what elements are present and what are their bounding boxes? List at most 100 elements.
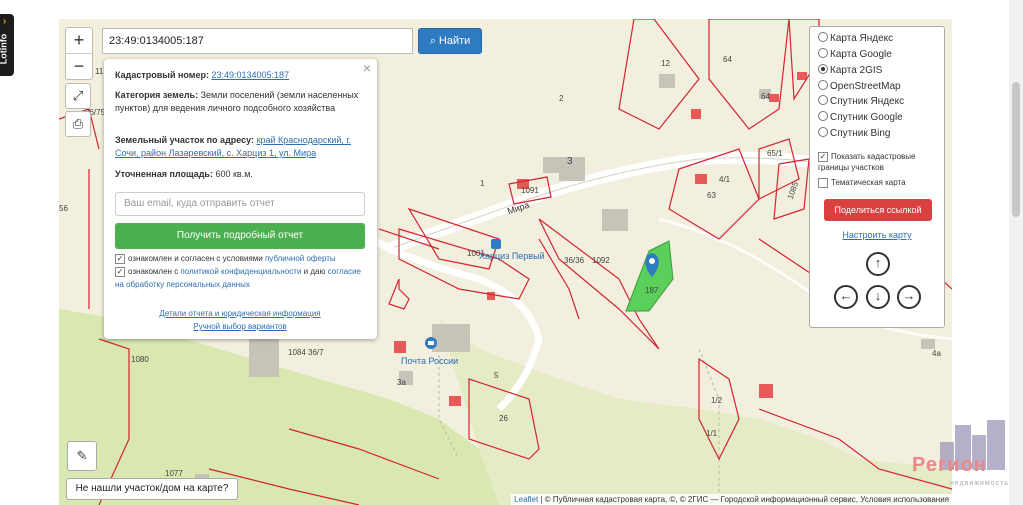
category-label: Категория земель: [115, 90, 199, 100]
attribution-text: | © Публичная кадастровая карта, ©, © 2Г… [538, 495, 949, 504]
consent-privacy-checkbox[interactable]: ✓ [115, 266, 125, 277]
layer-option-yandex[interactable]: Карта Яндекс [818, 31, 893, 46]
fullscreen-button[interactable]: ⤢ [65, 83, 91, 109]
details-row: Детали отчета и юридическая информация [115, 307, 365, 320]
layer-option-osm[interactable]: OpenStreetMap [818, 79, 901, 94]
leaflet-link[interactable]: Leaflet [514, 495, 538, 504]
zoom-out-button[interactable]: − [66, 53, 92, 79]
layer-option-google[interactable]: Карта Google [818, 47, 892, 62]
customize-map-link[interactable]: Настроить карту [810, 230, 944, 240]
layer-option-label: OpenStreetMap [830, 81, 901, 92]
printer-icon: ⎙ [72, 116, 84, 131]
building-red [691, 109, 701, 119]
consent-offer-text: ознакомлен и согласен с условиями [128, 254, 265, 263]
selected-parcel-label: 187 [645, 286, 659, 295]
consent-privacy-row: ✓ ознакомлен с политикой конфиденциальнос… [115, 265, 365, 291]
layer-option-label: Спутник Bing [830, 128, 891, 139]
parcel-label: 5 [494, 371, 499, 380]
parcel-label: 11 [95, 67, 104, 76]
thematic-checkbox[interactable] [818, 178, 828, 188]
region-watermark-logo: Регион недвижимость [910, 420, 1010, 500]
pan-up-button[interactable]: ↑ [866, 252, 890, 276]
public-offer-link[interactable]: публичной оферты [265, 254, 336, 263]
cadastral-number-row: Кадастровый номер: 23:49:0134005:187 [115, 69, 365, 82]
zoom-in-button[interactable]: + [66, 28, 92, 53]
pan-right-button[interactable]: → [897, 285, 921, 309]
parcel-label: 2 [559, 94, 564, 103]
poi-post-office[interactable]: Почта России [401, 356, 458, 366]
parcel-label: 12 [661, 59, 670, 68]
building [921, 339, 935, 349]
cadastral-search-input[interactable]: 23:49:0134005:187 [102, 28, 413, 54]
address-label: Земельный участок по адресу: [115, 135, 255, 145]
thematic-label: Тематическая карта [831, 178, 906, 188]
parcel-label: 1 [480, 179, 485, 188]
lotinfo-side-tab[interactable]: › Lotinfo [0, 14, 14, 76]
find-button[interactable]: ⌕ Найти [418, 28, 482, 54]
share-link-button[interactable]: Поделиться ссылкой [824, 199, 932, 221]
page-scrollbar[interactable] [1009, 0, 1023, 505]
parcel-label: 1080 [131, 355, 149, 364]
report-details-link[interactable]: Детали отчета и юридическая информация [159, 309, 320, 318]
parcel-label: 26 [499, 414, 508, 423]
parcel-label: 64 [761, 92, 770, 101]
building [659, 74, 675, 88]
get-report-button[interactable]: Получить подробный отчет [115, 223, 365, 249]
consent-offer-row: ✓ ознакомлен и согласен с условиями публи… [115, 252, 365, 265]
parcel-label: 64 [723, 55, 732, 64]
area-row: Уточненная площадь: 600 кв.м. [115, 168, 365, 181]
parcel-label: 1084 36/7 [288, 348, 324, 357]
map-canvas[interactable]: 12 64 64 2 3 1 1091 65/1 63 4/1 1085 36/… [59, 19, 952, 505]
building-red [394, 341, 406, 353]
parcel-label: 1/2 [711, 396, 723, 405]
map-layers-panel: Карта Яндекс Карта Google Карта 2GIS Ope… [809, 26, 945, 328]
pan-down-button[interactable]: ↓ [866, 285, 890, 309]
parcel-label: 3 [567, 156, 573, 167]
layer-option-label: Спутник Google [830, 112, 903, 123]
selected-parcel [625, 240, 674, 312]
not-found-button[interactable]: Не нашли участок/дом на карте? [66, 478, 238, 500]
show-borders-checkbox[interactable]: ✓ [818, 151, 828, 162]
layer-option-yandex-sat[interactable]: Спутник Яндекс [818, 94, 904, 109]
building-red [487, 292, 495, 300]
arrow-right-icon: → [902, 288, 916, 303]
road-main [386, 151, 861, 255]
layer-option-bing-sat[interactable]: Спутник Bing [818, 126, 891, 141]
radio-icon [818, 80, 828, 90]
parcel-label: 65/1 [767, 149, 783, 158]
building [432, 324, 470, 352]
parcel-info-popup: × Кадастровый номер: 23:49:0134005:187 К… [104, 59, 377, 339]
layer-option-label: Карта 2GIS [830, 65, 883, 76]
parcel-label: 4а [932, 349, 941, 358]
email-field[interactable]: Ваш email, куда отправить отчет [115, 192, 365, 216]
privacy-policy-link[interactable]: политикой конфиденциальности [180, 267, 301, 276]
show-borders-row[interactable]: ✓ Показать кадастровые границы участков [818, 151, 938, 173]
radio-icon [818, 95, 828, 105]
layer-option-label: Карта Google [830, 49, 892, 60]
parcel-label: 1092 [592, 256, 610, 265]
manual-selection-link[interactable]: Ручной выбор вариантов [193, 322, 286, 331]
building-red [695, 174, 707, 184]
print-button[interactable]: ⎙ [65, 111, 91, 137]
address-row: Земельный участок по адресу: край Красно… [115, 134, 365, 160]
pan-left-button[interactable]: ← [834, 285, 858, 309]
layer-option-google-sat[interactable]: Спутник Google [818, 110, 903, 125]
parcel-label: 4/1 [719, 175, 731, 184]
scrollbar-thumb[interactable] [1012, 82, 1020, 217]
radio-icon [818, 48, 828, 58]
cadastral-number-link[interactable]: 23:49:0134005:187 [211, 70, 289, 80]
parcel-label: 36/36 [564, 256, 585, 265]
thematic-row[interactable]: Тематическая карта [818, 178, 938, 188]
manual-row: Ручной выбор вариантов [115, 320, 365, 333]
layer-option-2gis[interactable]: Карта 2GIS [818, 63, 882, 78]
parcel-label: 63 [707, 191, 716, 200]
region-logo-subtext: недвижимость [950, 480, 1009, 487]
consent-offer-checkbox[interactable]: ✓ [115, 253, 125, 264]
parcel-label: 3а [397, 378, 406, 387]
building-red [797, 72, 807, 80]
cadastral-label: Кадастровый номер: [115, 70, 209, 80]
radio-selected-icon [818, 64, 828, 74]
poi-bus-stop[interactable]: Харциз Первый [479, 251, 545, 261]
building-red [769, 94, 779, 102]
measure-tool-button[interactable]: ✎ [67, 441, 97, 471]
